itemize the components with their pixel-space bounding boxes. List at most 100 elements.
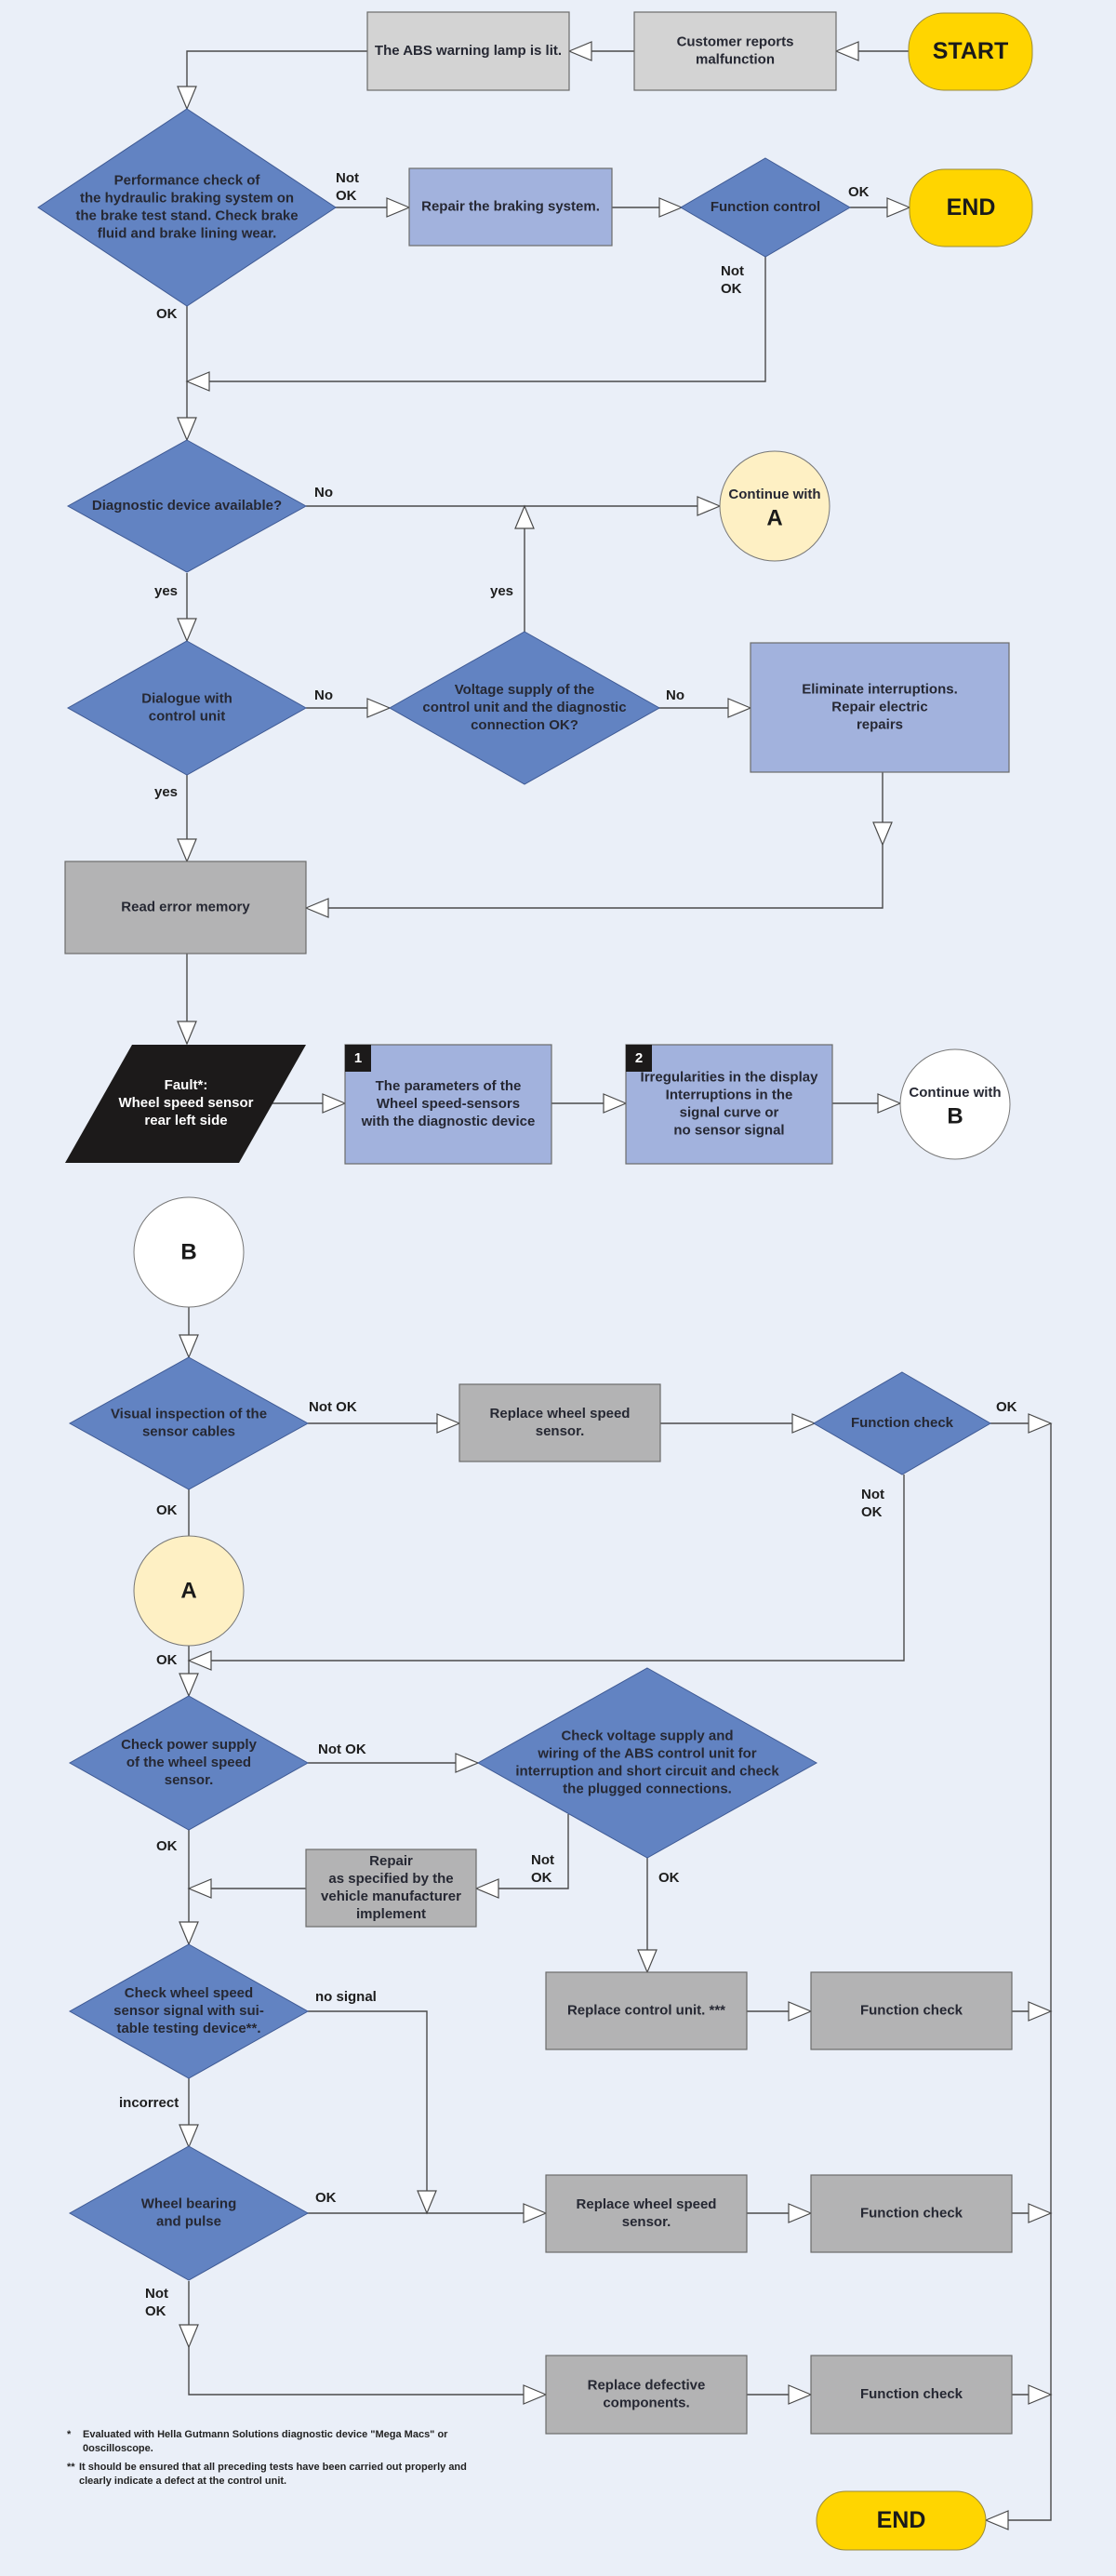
visual-inspection-decision-text-line: Visual inspection of the — [111, 1406, 267, 1421]
continue-with-b-connector[interactable]: Continue with B — [899, 1048, 1011, 1160]
function-check-box-2-text-line: Function check — [860, 2205, 963, 2221]
label-ok: OK — [315, 2190, 337, 2206]
end-terminal-top[interactable]: END — [909, 168, 1033, 247]
footnote-text: Evaluated with Hella Gutmann Solutions d… — [83, 2429, 448, 2440]
label-not-ok: OK — [721, 281, 742, 297]
customer-reports-box-text-line: malfunction — [696, 51, 775, 67]
dialogue-control-unit-decision-text-line: Dialogue with — [141, 690, 232, 706]
abs-warning-lamp-box[interactable]: The ABS warning lamp is lit. — [366, 11, 570, 91]
label-no: No — [314, 485, 333, 501]
label-ok: OK — [156, 306, 178, 322]
check-voltage-abs-decision-text-line: wiring of the ABS control unit for — [537, 1745, 756, 1761]
step-1-parameters-box-badge-number: 1 — [354, 1050, 362, 1066]
label-ok: OK — [848, 184, 870, 200]
continue-with-b-connector-letter: B — [947, 1103, 963, 1128]
label-not-ok: Not — [721, 263, 744, 279]
label-not-ok: Not OK — [309, 1399, 357, 1415]
fault-text-line: Fault*: — [165, 1077, 208, 1093]
abs-warning-lamp-box-text-line: The ABS warning lamp is lit. — [375, 43, 562, 59]
label-yes: yes — [154, 784, 178, 800]
check-sensor-signal-decision-text-line: table testing device**. — [116, 2021, 260, 2036]
dialogue-control-unit-decision-text-line: control unit — [149, 708, 226, 724]
label-not-ok: Not — [336, 170, 359, 186]
function-check-box-1-text-line: Function check — [860, 2002, 963, 2018]
label-not-ok: OK — [861, 1504, 883, 1520]
eliminate-interruptions-box-text-line: Eliminate interruptions. — [802, 681, 958, 697]
footnote-text: It should be ensured that all preceding … — [79, 2462, 467, 2473]
step-2-irregularities-box[interactable]: 2 Irregularities in the display Interrupti… — [625, 1044, 833, 1165]
label-not-ok: OK — [336, 188, 357, 204]
check-voltage-abs-decision-text-line: interruption and short circuit and check — [515, 1763, 779, 1779]
connector-b[interactable]: B — [133, 1196, 245, 1308]
start-terminal[interactable]: START — [908, 12, 1033, 91]
replace-defective-components-box[interactable]: Replace defective components. — [545, 2355, 748, 2435]
eliminate-interruptions-box[interactable]: Eliminate interruptions. Repair electric r… — [750, 642, 1010, 773]
step-2-irregularities-box-text-line: Irregularities in the display — [641, 1069, 819, 1085]
diagnostic-device-decision-text-line: Diagnostic device available? — [92, 498, 282, 514]
eliminate-interruptions-box-text-line: repairs — [857, 716, 903, 732]
label-no-signal: no signal — [315, 1989, 377, 2005]
repair-braking-system-box[interactable]: Repair the braking system. — [408, 167, 613, 247]
performance-check-decision-text-line: fluid and brake lining wear. — [98, 225, 277, 241]
label-yes: yes — [490, 583, 513, 599]
label-ok: OK — [658, 1870, 680, 1886]
voltage-supply-decision-text-line: Voltage supply of the — [455, 682, 595, 698]
continue-with-b-connector-caption: Continue with — [909, 1085, 1001, 1101]
start-terminal-label: START — [933, 38, 1008, 64]
function-control-decision-text-line: Function control — [711, 199, 820, 215]
read-error-memory-box[interactable]: Read error memory — [64, 861, 307, 954]
performance-check-decision-text-line: the hydraulic braking system on — [80, 190, 294, 206]
replace-control-unit-box[interactable]: Replace control unit. *** — [545, 1971, 748, 2050]
replace-wheel-speed-sensor-box-2-text-line: sensor. — [622, 2214, 671, 2230]
label-not-ok: Not — [145, 2286, 168, 2302]
visual-inspection-decision-text-line: sensor cables — [142, 1423, 235, 1439]
function-check-box-3[interactable]: Function check — [810, 2355, 1013, 2435]
abs-diagnosis-flowchart: START Customer reports malfunction The ABS … — [0, 0, 1116, 2576]
replace-wheel-speed-sensor-box-2-text-line: Replace wheel speed — [577, 2196, 717, 2212]
footnote-mark: ** — [67, 2462, 75, 2473]
footnote-text: clearly indicate a defect at the control… — [79, 2476, 286, 2487]
end-terminal-bottom[interactable]: END — [816, 2490, 987, 2551]
function-check-box-3-text-line: Function check — [860, 2386, 963, 2402]
voltage-supply-decision-text-line: control unit and the diagnostic — [422, 700, 626, 715]
customer-reports-box-text-line: Customer reports — [677, 33, 794, 49]
repair-braking-system-box-text-line: Repair the braking system. — [421, 198, 600, 214]
check-voltage-abs-decision-text-line: Check voltage supply and — [561, 1728, 733, 1743]
step-1-parameters-box-text-line: Wheel speed-sensors — [377, 1096, 520, 1112]
replace-wheel-speed-sensor-box-1[interactable]: Replace wheel speed sensor. — [458, 1383, 661, 1462]
wheel-bearing-decision-text-line: Wheel bearing — [141, 2196, 237, 2211]
repair-manufacturer-box-text-line: as specified by the — [328, 1871, 453, 1887]
check-voltage-abs-decision-text-line: the plugged connections. — [563, 1781, 732, 1796]
step-1-parameters-box[interactable]: 1 The parameters of the Wheel speed-sensor… — [344, 1044, 552, 1165]
connector-a-letter: A — [180, 1578, 196, 1603]
check-sensor-signal-decision-text-line: sensor signal with sui- — [113, 2003, 264, 2019]
repair-manufacturer-box-text-line: implement — [356, 1906, 426, 1922]
voltage-supply-decision-text-line: connection OK? — [471, 717, 578, 733]
check-sensor-signal-decision-text-line: Check wheel speed — [125, 1985, 253, 2001]
replace-wheel-speed-sensor-box-2[interactable]: Replace wheel speed sensor. — [545, 2174, 748, 2253]
end-terminal-bottom-label: END — [877, 2507, 926, 2533]
label-not-ok: Not — [861, 1487, 884, 1502]
footnote-mark: * — [67, 2429, 72, 2440]
continue-with-a-connector-letter: A — [766, 505, 782, 530]
function-check-box-2[interactable]: Function check — [810, 2174, 1013, 2253]
customer-reports-box[interactable]: Customer reports malfunction — [633, 11, 837, 91]
end-terminal-top-label: END — [947, 194, 996, 220]
replace-wheel-speed-sensor-box-1-text-line: sensor. — [536, 1423, 585, 1439]
continue-with-a-connector[interactable]: Continue with A — [719, 450, 830, 562]
performance-check-decision-text-line: the brake test stand. Check brake — [75, 207, 298, 223]
repair-manufacturer-box[interactable]: Repair as specified by the vehicle manufac… — [305, 1849, 477, 1928]
label-yes: yes — [154, 583, 178, 599]
label-not-ok: OK — [531, 1870, 552, 1886]
label-incorrect: incorrect — [119, 2095, 179, 2111]
wheel-bearing-decision-text-line: and pulse — [156, 2213, 221, 2229]
replace-control-unit-box-text-line: Replace control unit. *** — [567, 2002, 725, 2018]
replace-defective-components-box-text-line: Replace defective — [588, 2377, 706, 2393]
connector-a[interactable]: A — [133, 1535, 245, 1647]
label-ok: OK — [156, 1838, 178, 1854]
performance-check-decision-text-line: Performance check of — [114, 172, 261, 188]
function-check-box-1[interactable]: Function check — [810, 1971, 1013, 2050]
label-no: No — [666, 687, 684, 703]
label-no: No — [314, 687, 333, 703]
eliminate-interruptions-box-text-line: Repair electric — [831, 699, 927, 714]
